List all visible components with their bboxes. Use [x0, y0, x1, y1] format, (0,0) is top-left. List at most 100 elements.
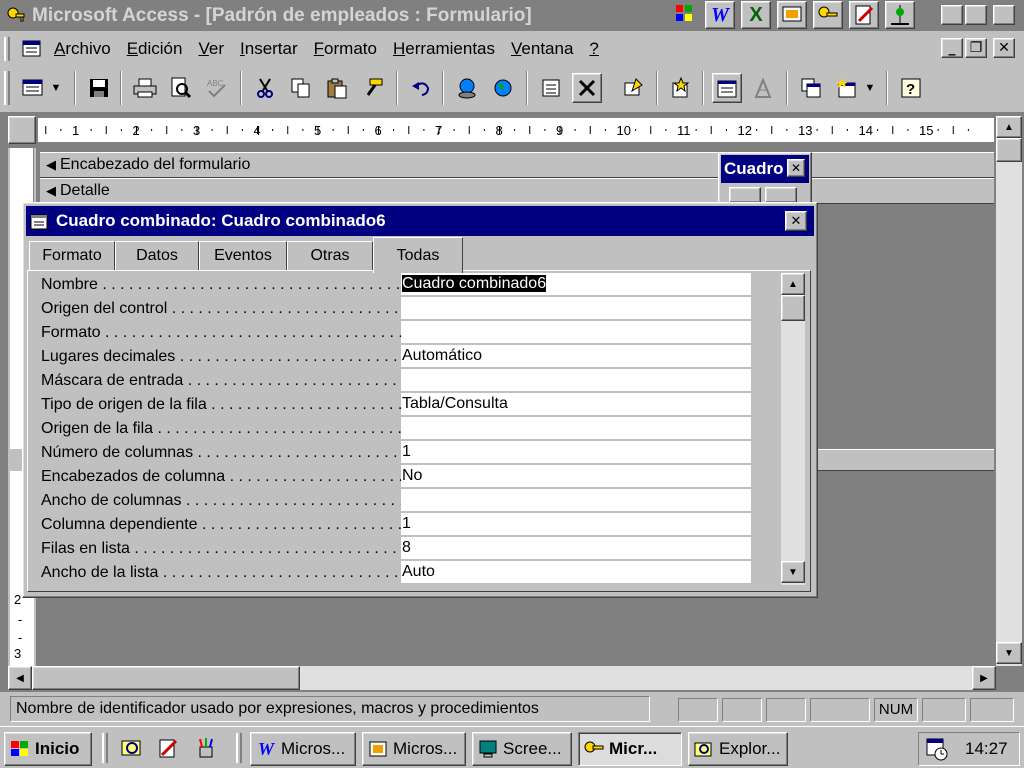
- excel-icon[interactable]: X: [741, 1, 771, 29]
- hscroll-thumb[interactable]: [32, 666, 300, 690]
- property-value-numero-columnas[interactable]: 1: [401, 441, 751, 463]
- doc-close-button[interactable]: ✕: [993, 38, 1015, 58]
- app-minimize-button[interactable]: _: [941, 5, 963, 25]
- ruler-corner[interactable]: [8, 116, 36, 144]
- property-value-ancho-columnas[interactable]: [401, 489, 751, 511]
- access-icon[interactable]: [813, 1, 843, 29]
- print-preview-icon[interactable]: [166, 73, 196, 103]
- quicklaunch-explorer-icon[interactable]: [120, 737, 146, 761]
- design-vertical-scrollbar[interactable]: ▲ ▼: [996, 116, 1022, 666]
- clock[interactable]: 14:27: [965, 739, 1008, 759]
- view-icon[interactable]: [18, 73, 48, 103]
- form-document-icon[interactable]: [22, 39, 42, 59]
- control-wizards-icon[interactable]: [765, 187, 797, 203]
- scroll-right-button[interactable]: ▶: [972, 666, 996, 690]
- property-value-tipo-origen-fila[interactable]: Tabla/Consulta: [401, 393, 751, 415]
- property-value-nombre[interactable]: Cuadro combinado6: [401, 273, 751, 295]
- app-title-bar[interactable]: Microsoft Access - [Padrón de empleados …: [0, 0, 1024, 31]
- tab-eventos[interactable]: Eventos: [199, 241, 287, 271]
- property-row-encabezados-columna[interactable]: Encabezados de columna . . . . . . . . .…: [41, 465, 783, 489]
- property-row-origen-control[interactable]: Origen del control . . . . . . . . . . .…: [41, 297, 783, 321]
- new-object-dropdown-icon[interactable]: ▼: [862, 73, 878, 103]
- property-row-lugares-decimales[interactable]: Lugares decimales . . . . . . . . . . . …: [41, 345, 783, 369]
- format-painter-icon[interactable]: [358, 73, 388, 103]
- property-value-formato[interactable]: [401, 321, 751, 343]
- property-sheet-close-button[interactable]: ✕: [785, 211, 807, 231]
- menu-ver[interactable]: Ver: [198, 39, 224, 59]
- property-sheet-scrollbar[interactable]: ▲ ▼: [781, 273, 805, 585]
- quicklaunch-notepad-icon[interactable]: [156, 737, 182, 761]
- powerpoint-icon[interactable]: [777, 1, 807, 29]
- tab-todas[interactable]: Todas: [373, 237, 463, 273]
- task-screen[interactable]: Scree...: [472, 732, 572, 766]
- app-close-button[interactable]: ✕: [993, 5, 1015, 25]
- property-row-columna-dependiente[interactable]: Columna dependiente . . . . . . . . . . …: [41, 513, 783, 537]
- build-icon[interactable]: [748, 73, 778, 103]
- menu-help[interactable]: ?: [589, 39, 598, 59]
- office-assistant-icon[interactable]: [885, 1, 915, 29]
- doc-restore-button[interactable]: ❐: [965, 38, 987, 58]
- menu-edicion[interactable]: Edición: [127, 39, 183, 59]
- task-explorer[interactable]: Explor...: [688, 732, 788, 766]
- property-value-encabezados-columna[interactable]: No: [401, 465, 751, 487]
- scroll-left-button[interactable]: ◀: [8, 666, 32, 690]
- help-icon[interactable]: ?: [896, 73, 926, 103]
- property-row-mascara-entrada[interactable]: Máscara de entrada . . . . . . . . . . .…: [41, 369, 783, 393]
- app-restore-button[interactable]: ❐: [965, 5, 987, 25]
- scheduler-icon[interactable]: [925, 737, 949, 761]
- tab-datos[interactable]: Datos: [115, 241, 199, 271]
- scroll-thumb[interactable]: [996, 138, 1022, 162]
- windows-logo-icon[interactable]: [675, 4, 693, 22]
- property-row-nombre[interactable]: Nombre . . . . . . . . . . . . . . . . .…: [41, 273, 783, 297]
- autoformat-icon[interactable]: [618, 73, 648, 103]
- task-access-active[interactable]: Micr...: [578, 732, 682, 766]
- property-sheet-title-bar[interactable]: Cuadro combinado: Cuadro combinado6: [26, 206, 814, 236]
- web-toolbar-icon[interactable]: [488, 73, 518, 103]
- code-icon[interactable]: [666, 73, 696, 103]
- property-row-origen-fila[interactable]: Origen de la fila . . . . . . . . . . . …: [41, 417, 783, 441]
- quicklaunch-tools-icon[interactable]: [194, 737, 220, 761]
- scroll-up-button[interactable]: ▲: [996, 116, 1022, 138]
- view-dropdown-icon[interactable]: ▼: [46, 73, 66, 103]
- detail-section-bar[interactable]: ◀ Detalle: [40, 178, 994, 204]
- prop-scroll-up-button[interactable]: ▲: [781, 273, 805, 295]
- doc-minimize-button[interactable]: _: [941, 38, 963, 58]
- menu-insertar[interactable]: Insertar: [240, 39, 298, 59]
- database-window-icon[interactable]: [796, 73, 826, 103]
- insert-hyperlink-icon[interactable]: [452, 73, 482, 103]
- design-horizontal-scrollbar[interactable]: ◀ ▶: [8, 666, 996, 690]
- tab-otras[interactable]: Otras: [287, 241, 373, 271]
- menu-herramientas[interactable]: Herramientas: [393, 39, 495, 59]
- menu-archivo[interactable]: Archivo: [54, 39, 111, 59]
- property-row-tipo-origen-fila[interactable]: Tipo de origen de la fila . . . . . . . …: [41, 393, 783, 417]
- task-word[interactable]: W Micros...: [250, 732, 356, 766]
- access-app-icon[interactable]: [6, 5, 26, 25]
- task-powerpoint[interactable]: Micros...: [362, 732, 466, 766]
- property-value-mascara-entrada[interactable]: [401, 369, 751, 391]
- form-header-section-bar[interactable]: ◀ Encabezado del formulario: [40, 152, 994, 178]
- select-objects-icon[interactable]: [729, 187, 761, 203]
- field-list-icon[interactable]: [536, 73, 566, 103]
- menu-ventana[interactable]: Ventana: [511, 39, 573, 59]
- property-value-origen-fila[interactable]: [401, 417, 751, 439]
- property-value-ancho-lista[interactable]: Auto: [401, 561, 751, 583]
- copy-icon[interactable]: [286, 73, 316, 103]
- property-row-ancho-lista[interactable]: Ancho de la lista . . . . . . . . . . . …: [41, 561, 783, 585]
- scroll-down-button[interactable]: ▼: [996, 642, 1022, 664]
- notepad-icon[interactable]: [849, 1, 879, 29]
- property-row-formato[interactable]: Formato . . . . . . . . . . . . . . . . …: [41, 321, 783, 345]
- undo-icon[interactable]: [406, 73, 436, 103]
- paste-icon[interactable]: [322, 73, 352, 103]
- property-row-filas-lista[interactable]: Filas en lista . . . . . . . . . . . . .…: [41, 537, 783, 561]
- new-object-icon[interactable]: [832, 73, 862, 103]
- print-icon[interactable]: [130, 73, 160, 103]
- save-icon[interactable]: [84, 73, 114, 103]
- prop-scroll-thumb[interactable]: [781, 295, 805, 321]
- start-button[interactable]: Inicio: [4, 732, 92, 766]
- word-icon[interactable]: W: [705, 1, 735, 29]
- toolbox-close-button[interactable]: ✕: [787, 159, 805, 177]
- property-value-lugares-decimales[interactable]: Automático: [401, 345, 751, 367]
- property-value-filas-lista[interactable]: 8: [401, 537, 751, 559]
- prop-scroll-down-button[interactable]: ▼: [781, 561, 805, 583]
- property-row-ancho-columnas[interactable]: Ancho de columnas . . . . . . . . . . . …: [41, 489, 783, 513]
